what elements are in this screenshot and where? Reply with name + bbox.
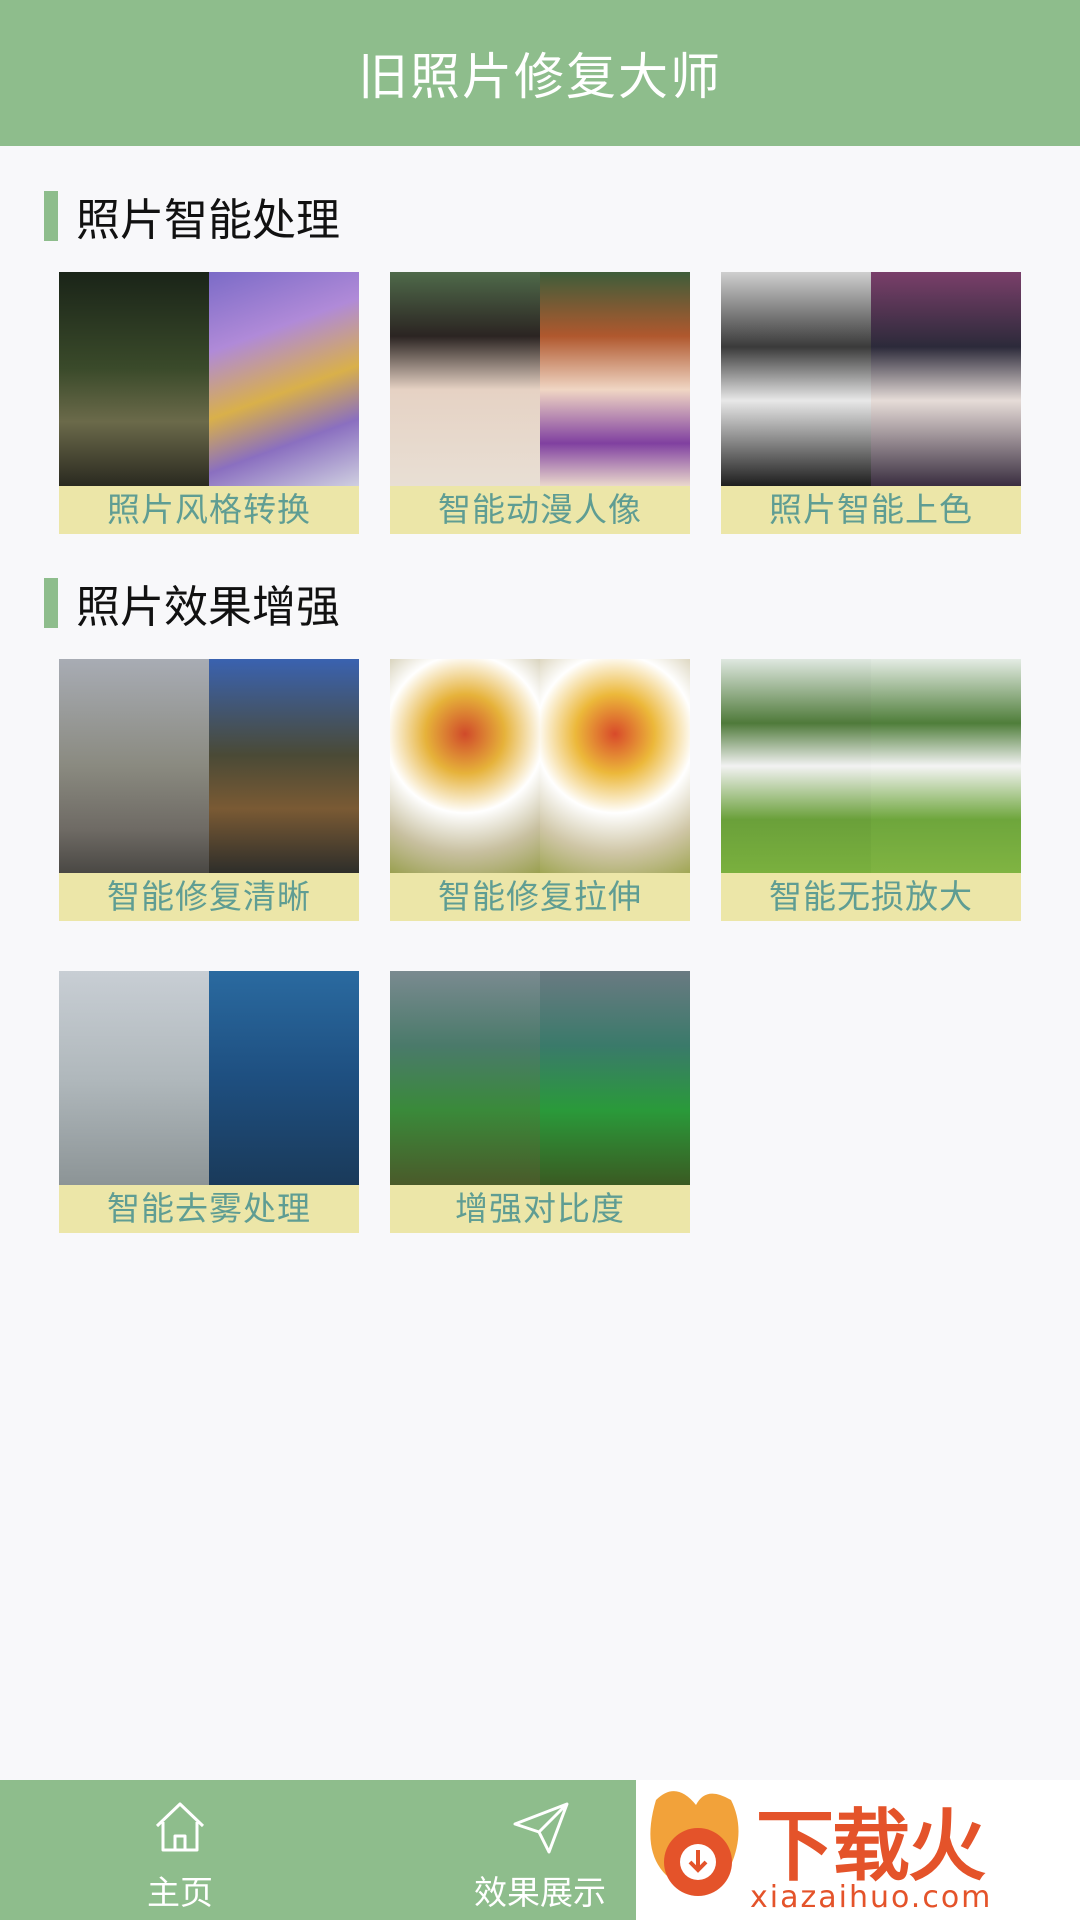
section-title: 照片效果增强	[76, 582, 340, 633]
sharpen-restore-preview-image	[59, 659, 359, 873]
section-header-smart-processing: 照片智能处理	[44, 184, 340, 248]
card-label: 增强对比度	[390, 1185, 690, 1233]
section-accent-bar	[44, 578, 58, 628]
home-icon	[155, 1802, 205, 1852]
card-style-transfer[interactable]: 照片风格转换	[59, 272, 359, 534]
card-colorize[interactable]: 照片智能上色	[721, 272, 1021, 534]
ad-logo-icon	[650, 1791, 739, 1896]
send-icon	[513, 1802, 569, 1854]
lossless-upscale-preview-image	[721, 659, 1021, 873]
card-label: 智能修复清晰	[59, 873, 359, 921]
style-transfer-preview-image	[59, 272, 359, 486]
nav-label: 主页	[147, 1873, 213, 1912]
stretch-restore-preview-image	[390, 659, 690, 873]
card-label: 智能无损放大	[721, 873, 1021, 921]
card-label: 智能动漫人像	[390, 486, 690, 534]
card-dehaze[interactable]: 智能去雾处理	[59, 971, 359, 1233]
anime-portrait-preview-image	[390, 272, 690, 486]
nav-item-home[interactable]: 主页	[130, 1780, 230, 1920]
nav-item-effects[interactable]: 效果展示	[455, 1780, 625, 1920]
card-label: 智能修复拉伸	[390, 873, 690, 921]
app-title: 旧照片修复大师	[358, 48, 722, 106]
card-label: 照片风格转换	[59, 486, 359, 534]
title-bar: 旧照片修复大师	[0, 0, 1080, 146]
card-label: 智能去雾处理	[59, 1185, 359, 1233]
ad-banner[interactable]: 下载火 xiazaihuo.com	[636, 1780, 1080, 1920]
section-accent-bar	[44, 191, 58, 241]
dehaze-preview-image	[59, 971, 359, 1185]
section-header-effect-enhance: 照片效果增强	[44, 571, 340, 635]
card-stretch-restore[interactable]: 智能修复拉伸	[390, 659, 690, 921]
section-title: 照片智能处理	[76, 195, 340, 246]
card-contrast-enhance[interactable]: 增强对比度	[390, 971, 690, 1233]
nav-label: 效果展示	[474, 1873, 606, 1912]
contrast-enhance-preview-image	[390, 971, 690, 1185]
ad-url-text: xiazaihuo.com	[750, 1880, 993, 1915]
colorize-preview-image	[721, 272, 1021, 486]
card-anime-portrait[interactable]: 智能动漫人像	[390, 272, 690, 534]
card-sharpen-restore[interactable]: 智能修复清晰	[59, 659, 359, 921]
card-lossless-upscale[interactable]: 智能无损放大	[721, 659, 1021, 921]
card-label: 照片智能上色	[721, 486, 1021, 534]
